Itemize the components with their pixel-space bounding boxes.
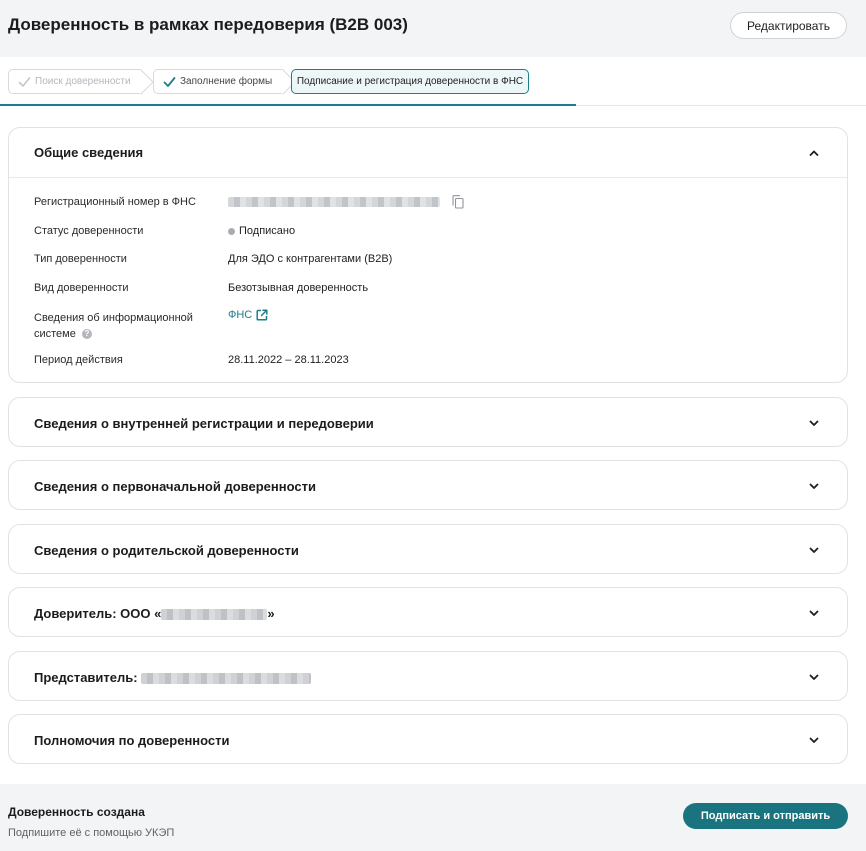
stepper-progress-bar [0, 104, 576, 106]
type-label: Тип доверенности [34, 253, 127, 265]
internal-registration-header[interactable]: Сведения о внутренней регистрации и пере… [9, 398, 847, 448]
period-value: 28.11.2022 – 28.11.2023 [228, 354, 349, 366]
step-form[interactable]: Заполнение формы [153, 69, 283, 94]
general-info-header[interactable]: Общие сведения [9, 128, 847, 178]
step-label: Поиск доверенности [35, 76, 131, 87]
original-poa-card[interactable]: Сведения о первоначальной доверенности [8, 460, 848, 510]
chevron-up-icon[interactable] [808, 147, 820, 159]
chevron-down-icon[interactable] [808, 734, 820, 746]
redacted-value [161, 608, 268, 620]
sign-and-send-button[interactable]: Подписать и отправить [683, 803, 848, 829]
section-title: Сведения о родительской доверенности [34, 542, 299, 558]
status-label: Статус доверенности [34, 225, 144, 237]
step-label: Заполнение формы [180, 76, 273, 87]
section-title: Доверитель: ООО « » [34, 606, 275, 621]
chevron-down-icon[interactable] [808, 544, 820, 556]
general-info-card: Общие сведения Регистрационный номер в Ф… [8, 127, 848, 383]
section-title: Полномочия по доверенности [34, 732, 230, 748]
kind-label: Вид доверенности [34, 282, 129, 294]
principal-header[interactable]: Доверитель: ООО « » [9, 588, 847, 638]
internal-registration-card[interactable]: Сведения о внутренней регистрации и пере… [8, 397, 848, 447]
page-header: Доверенность в рамках передоверия (B2B 0… [0, 0, 866, 57]
section-title: Сведения о первоначальной доверенности [34, 478, 316, 494]
original-poa-header[interactable]: Сведения о первоначальной доверенности [9, 461, 847, 511]
powers-header[interactable]: Полномочия по доверенности [9, 715, 847, 765]
step-label: Подписание и регистрация доверенности в … [296, 76, 524, 87]
check-icon [163, 76, 176, 88]
powers-card[interactable]: Полномочия по доверенности [8, 714, 848, 764]
stepper: Поиск доверенности Заполнение формы Подп… [0, 57, 866, 106]
reg-number-label: Регистрационный номер в ФНС [34, 196, 196, 208]
external-link-icon [256, 309, 268, 321]
step-search[interactable]: Поиск доверенности [8, 69, 141, 94]
info-system-label-line1: Сведения об информационной [34, 312, 193, 324]
type-value: Для ЭДО с контрагентами (B2B) [228, 253, 393, 265]
principal-suffix: » [267, 605, 275, 621]
status-text: Подписано [239, 225, 296, 237]
section-title: Представитель: [34, 669, 312, 685]
redacted-value [141, 672, 312, 684]
fns-link-text: ФНС [228, 309, 253, 321]
check-icon [18, 76, 31, 88]
section-title: Общие сведения [34, 145, 144, 160]
principal-prefix: Доверитель: ООО « [34, 605, 162, 621]
page-title: Доверенность в рамках передоверия (B2B 0… [8, 15, 408, 34]
fns-link[interactable]: ФНС [228, 309, 268, 321]
status-dot [228, 227, 235, 235]
copy-icon[interactable] [452, 195, 464, 209]
parent-poa-card[interactable]: Сведения о родительской доверенности [8, 524, 848, 574]
reg-number-value [228, 195, 464, 209]
action-footer: Доверенность создана Подпишите её с помо… [0, 784, 866, 851]
principal-card[interactable]: Доверитель: ООО « » [8, 587, 848, 637]
info-system-label-line2: системе [34, 328, 76, 340]
edit-button[interactable]: Редактировать [730, 12, 847, 39]
representative-label: Представитель: [34, 669, 138, 685]
help-icon[interactable]: ? [81, 329, 92, 340]
kind-value: Безотзывная доверенность [228, 282, 369, 294]
footer-subtitle: Подпишите её с помощью УКЭП [8, 827, 175, 839]
section-title: Сведения о внутренней регистрации и пере… [34, 415, 374, 431]
chevron-down-icon[interactable] [808, 480, 820, 492]
chevron-down-icon[interactable] [808, 417, 820, 429]
status-value: Подписано [228, 225, 295, 237]
period-label: Период действия [34, 354, 123, 366]
chevron-down-icon[interactable] [808, 607, 820, 619]
parent-poa-header[interactable]: Сведения о родительской доверенности [9, 525, 847, 575]
redacted-value [228, 197, 440, 207]
chevron-down-icon[interactable] [808, 671, 820, 683]
info-system-label: Сведения об информационной системе ? [34, 310, 193, 342]
info-system-value: ФНС [228, 309, 268, 321]
representative-card[interactable]: Представитель: [8, 651, 848, 701]
footer-title: Доверенность создана [8, 805, 145, 819]
representative-header[interactable]: Представитель: [9, 652, 847, 702]
step-sign-register[interactable]: Подписание и регистрация доверенности в … [291, 69, 529, 94]
